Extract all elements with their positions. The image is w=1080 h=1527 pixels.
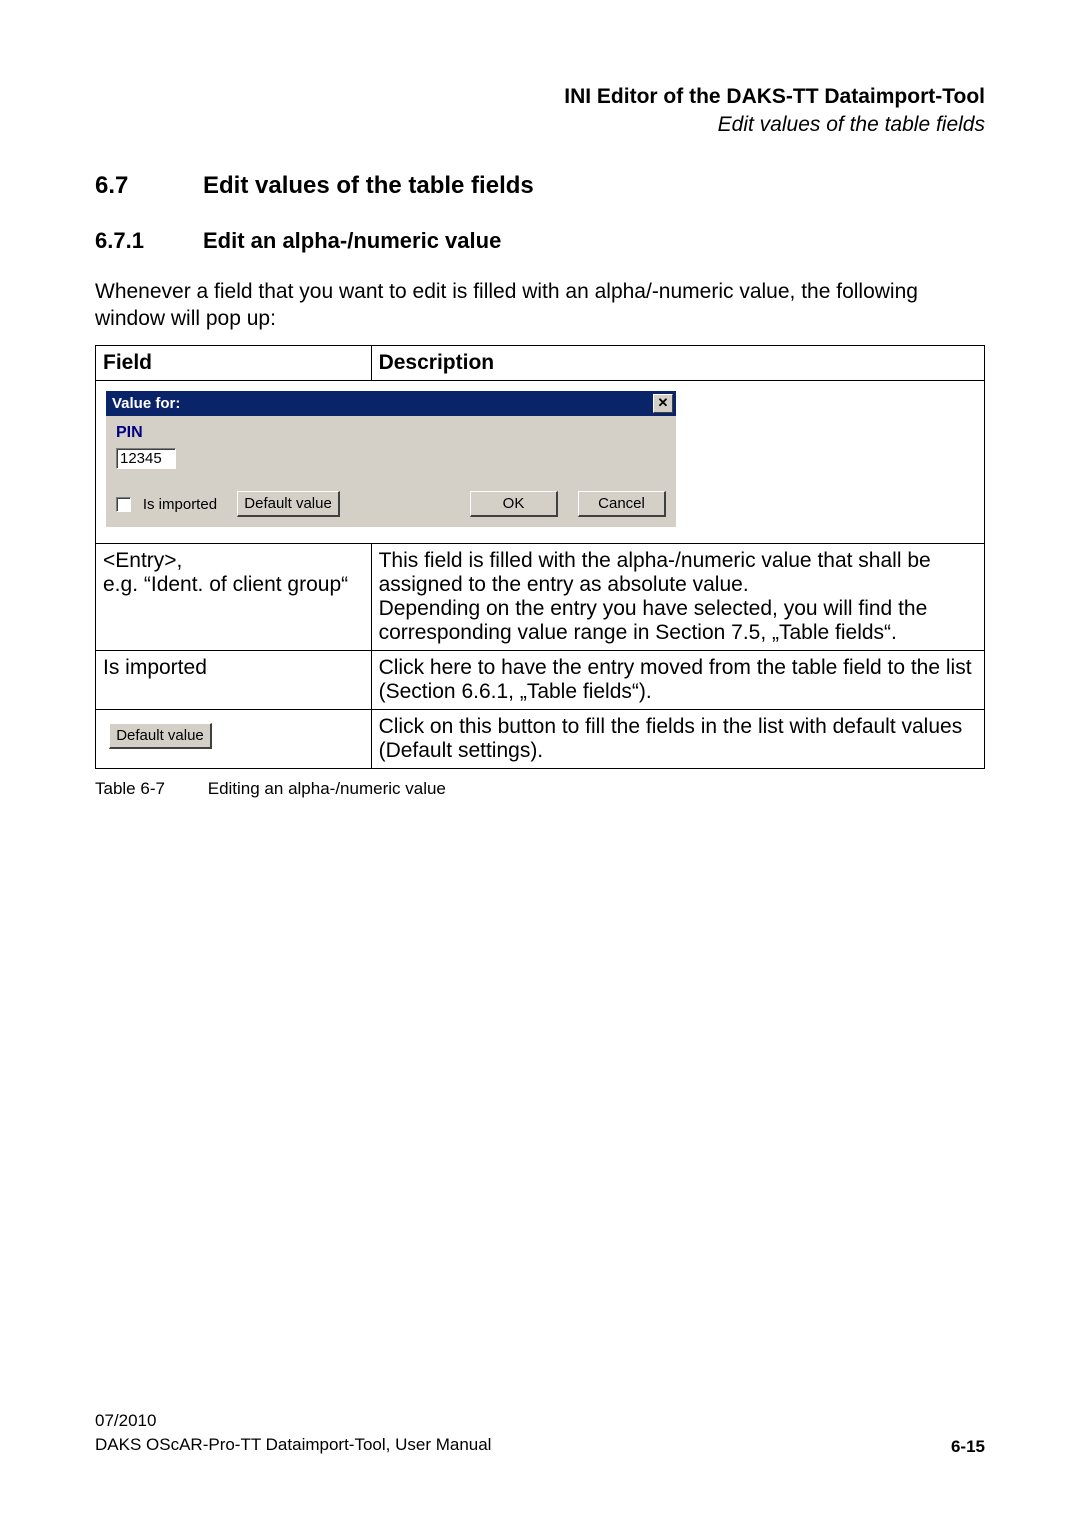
table-row: Default value Click on this button to fi… [96,709,985,768]
dialog-field-label: PIN [116,424,666,442]
subsection-number: 6.7.1 [95,228,203,254]
table-header-field: Field [96,345,372,380]
close-icon[interactable]: ✕ [653,394,673,413]
row-description: This field is filled with the alpha-/num… [371,543,984,650]
page-header-title: INI Editor of the DAKS-TT Dataimport-Too… [95,85,985,109]
row-field: Is imported [96,650,372,709]
default-value-button[interactable]: Default value [237,491,340,517]
table-row: Is imported Click here to have the entry… [96,650,985,709]
row-field: <Entry>, e.g. “Ident. of client group“ [96,543,372,650]
footer-page: 6-15 [951,1437,985,1457]
intro-paragraph: Whenever a field that you want to edit i… [95,278,985,333]
subsection-title: Edit an alpha-/numeric value [203,228,501,254]
field-description-table: Field Description Value for: ✕ PIN 12345 [95,345,985,769]
section-title: Edit values of the table fields [203,172,534,200]
caption-text: Editing an alpha-/numeric value [208,779,446,798]
table-row: <Entry>, e.g. “Ident. of client group“ T… [96,543,985,650]
is-imported-label: Is imported [143,496,217,513]
footer-date: 07/2010 [95,1409,491,1433]
default-value-button-cell[interactable]: Default value [109,723,212,749]
caption-number: Table 6-7 [95,779,203,799]
is-imported-checkbox[interactable]: Is imported [116,492,217,516]
row-description: Click here to have the entry moved from … [371,650,984,709]
checkbox-icon [116,497,131,512]
dialog-pin-input[interactable]: 12345 [116,448,176,469]
footer-doc: DAKS OScAR-Pro-TT Dataimport-Tool, User … [95,1433,491,1457]
section-number: 6.7 [95,172,203,200]
ok-button[interactable]: OK [470,491,558,517]
cancel-button[interactable]: Cancel [578,491,666,517]
page-header-subtitle: Edit values of the table fields [95,113,985,137]
table-caption: Table 6-7 Editing an alpha-/numeric valu… [95,779,985,799]
value-for-dialog: Value for: ✕ PIN 12345 Is imported Defau… [106,391,676,527]
table-header-description: Description [371,345,984,380]
dialog-title: Value for: [112,395,180,412]
row-description: Click on this button to fill the fields … [371,709,984,768]
